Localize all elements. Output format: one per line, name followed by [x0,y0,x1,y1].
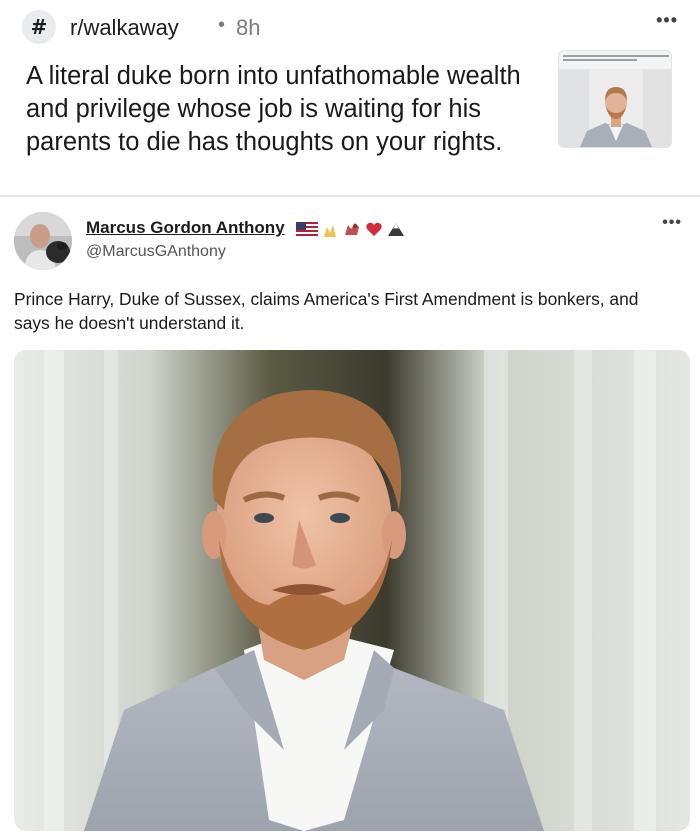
thumbnail-photo [559,69,671,147]
author-emoji-badges [296,219,406,239]
post-divider [0,195,700,197]
tweet-text: Prince Harry, Duke of Sussex, claims Ame… [14,289,639,333]
mountain-icon [388,223,404,236]
separator-dot: • [218,14,226,36]
heart-icon [366,222,382,236]
post-more-options-icon[interactable]: ••• [656,10,678,31]
avatar-photo [14,212,72,270]
tweet-photo[interactable] [14,350,690,831]
subreddit-hash-icon[interactable]: # [22,10,56,44]
tweet-photo-image [14,350,690,831]
post-title[interactable]: A literal duke born into unfathomable we… [26,60,526,159]
subreddit-name[interactable]: r/walkaway [70,15,179,41]
post-age: 8h [236,15,261,40]
tweet-more-options-icon[interactable]: ••• [662,214,682,232]
us-flag-icon [296,222,318,236]
tweet-author-name[interactable]: Marcus Gordon Anthony [86,218,285,238]
post-thumbnail[interactable] [558,50,672,148]
avatar[interactable] [14,212,72,270]
tweet-author-handle[interactable]: @MarcusGAnthony [86,243,226,261]
hands-icon [324,225,336,237]
post-header: # r/walkaway • 8h ••• [22,10,678,46]
dog-icon [345,223,359,235]
